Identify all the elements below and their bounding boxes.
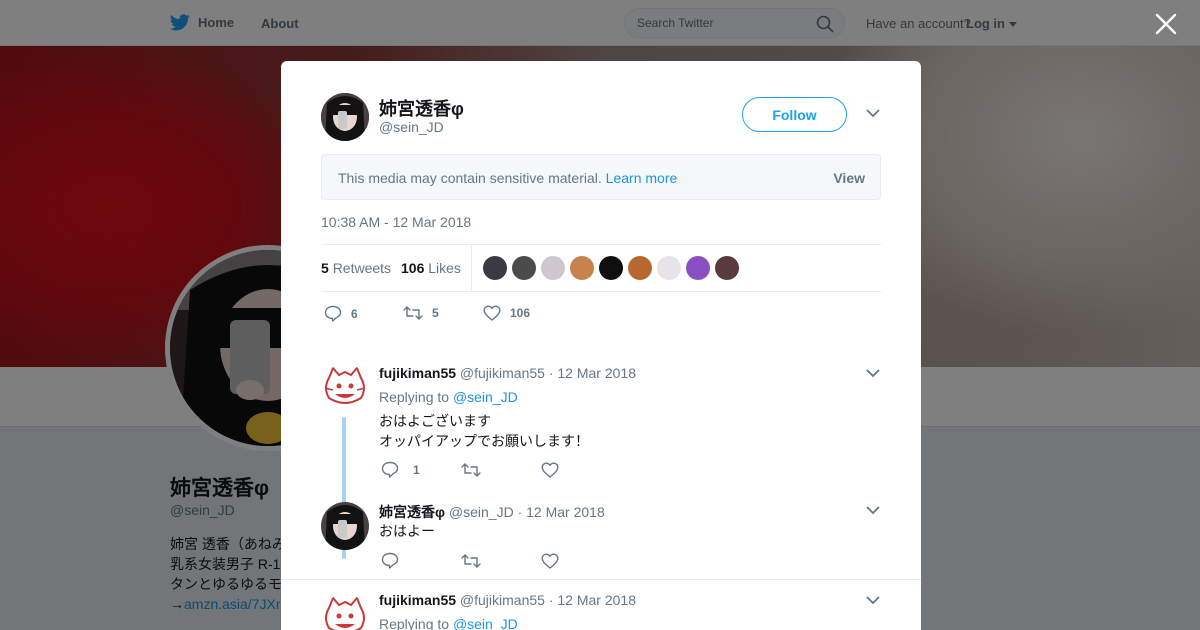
like-action[interactable]: 106 [483,305,530,321]
cat-avatar-image [321,364,369,412]
sensitive-media-notice: This media may contain sensitive materia… [321,154,881,200]
reply-avatar[interactable] [321,502,369,550]
heart-icon [541,462,559,478]
tweet-permalink-modal: 姉宮透香φ @sein_JD Follow This media may con… [281,61,921,630]
liker-avatar[interactable] [715,256,739,280]
reply-text: おはよー [379,521,435,541]
chevron-down-icon[interactable] [866,506,880,515]
reply-header: fujikiman55 @fujikiman55 · 12 Mar 2018 [379,365,636,381]
reply-header: 姉宮透香φ @sein_JD · 12 Mar 2018 [379,502,605,522]
retweet-action[interactable] [461,462,541,478]
replying-to: Replying to @sein_JD [379,616,518,630]
reply-action[interactable] [381,552,461,569]
reply-text-line: おはよございます [379,413,491,429]
reply-date[interactable]: · 12 Mar 2018 [549,592,636,608]
chevron-down-icon[interactable] [866,596,880,605]
chevron-down-icon[interactable] [866,369,880,378]
chevron-down-icon[interactable] [866,109,880,118]
reply-count: 6 [351,306,358,321]
replying-mention[interactable]: @sein_JD [453,389,518,405]
reply-icon [324,305,342,322]
reply-text-line: おはよー [379,523,435,539]
like-count: 106 [510,306,531,320]
author-avatar-image [321,93,369,141]
like-action[interactable] [541,462,621,478]
heart-icon [541,553,559,569]
heart-icon [483,305,501,321]
author-avatar[interactable] [321,93,369,141]
retweets-count: 5 [321,260,329,276]
sensitive-media-text: This media may contain sensitive materia… [338,170,677,186]
reply-author-name[interactable]: fujikiman55 [379,365,456,381]
replying-prefix: Replying to [379,389,450,405]
reply-author-name[interactable]: fujikiman55 [379,592,456,608]
reply-text-line: オッパイアップでお願いします！ [379,433,589,449]
likes-stat[interactable]: 106 Likes [401,260,461,276]
liker-avatar[interactable] [483,256,507,280]
reply-avatar[interactable] [321,594,369,630]
learn-more-link[interactable]: Learn more [606,170,678,186]
follow-button[interactable]: Follow [742,97,847,132]
liker-avatar[interactable] [599,256,623,280]
retweet-icon [461,462,481,477]
retweet-action[interactable]: 5 [403,305,439,321]
sensitive-text: This media may contain sensitive materia… [338,170,602,186]
reply-author-handle[interactable]: @fujikiman55 [460,365,545,381]
liker-avatar[interactable] [686,256,710,280]
replying-mention[interactable]: @sein_JD [453,616,518,630]
liker-avatar[interactable] [657,256,681,280]
liker-avatar[interactable] [512,256,536,280]
reply-date[interactable]: · 12 Mar 2018 [518,504,605,520]
reply-avatar[interactable] [321,364,369,412]
retweet-icon [461,553,481,568]
replying-to: Replying to @sein_JD [379,389,518,405]
tweet-stats: 5 Retweets 106 Likes [321,244,881,292]
reply-author-name[interactable]: 姉宮透香φ [379,504,445,520]
likes-count: 106 [401,260,425,276]
tweet-timestamp[interactable]: 10:38 AM - 12 Mar 2018 [321,214,471,230]
likes-label: Likes [428,260,461,276]
retweet-action[interactable] [461,553,541,569]
thread-separator [281,579,921,580]
retweet-icon [403,306,423,320]
author-avatar-image [321,502,369,550]
view-media-button[interactable]: View [833,170,865,186]
reply-author-handle[interactable]: @fujikiman55 [460,592,545,608]
reply-actions [381,552,621,569]
reply-icon [381,461,399,478]
liker-avatar[interactable] [570,256,594,280]
retweets-label: Retweets [332,260,392,276]
reply-actions: 1 [381,461,621,478]
liker-avatars [483,256,739,280]
reply-author-handle[interactable]: @sein_JD [449,504,514,520]
retweet-count: 5 [432,306,439,320]
cat-avatar-image [321,594,369,630]
reply-date[interactable]: · 12 Mar 2018 [549,365,636,381]
reply-action[interactable]: 6 [324,305,358,322]
author-name[interactable]: 姉宮透香φ [379,95,464,121]
replying-prefix: Replying to [379,616,450,630]
retweets-stat[interactable]: 5 Retweets [321,260,391,276]
liker-avatar[interactable] [541,256,565,280]
like-action[interactable] [541,553,621,569]
author-handle[interactable]: @sein_JD [379,119,444,135]
reply-text: おはよございます オッパイアップでお願いします！ [379,411,589,451]
close-icon[interactable] [1155,13,1177,35]
reply-action[interactable]: 1 [381,461,461,478]
stats-divider [471,245,472,291]
reply-icon [381,552,399,569]
liker-avatar[interactable] [628,256,652,280]
reply-header: fujikiman55 @fujikiman55 · 12 Mar 2018 [379,592,636,608]
reply-count: 1 [413,462,420,477]
